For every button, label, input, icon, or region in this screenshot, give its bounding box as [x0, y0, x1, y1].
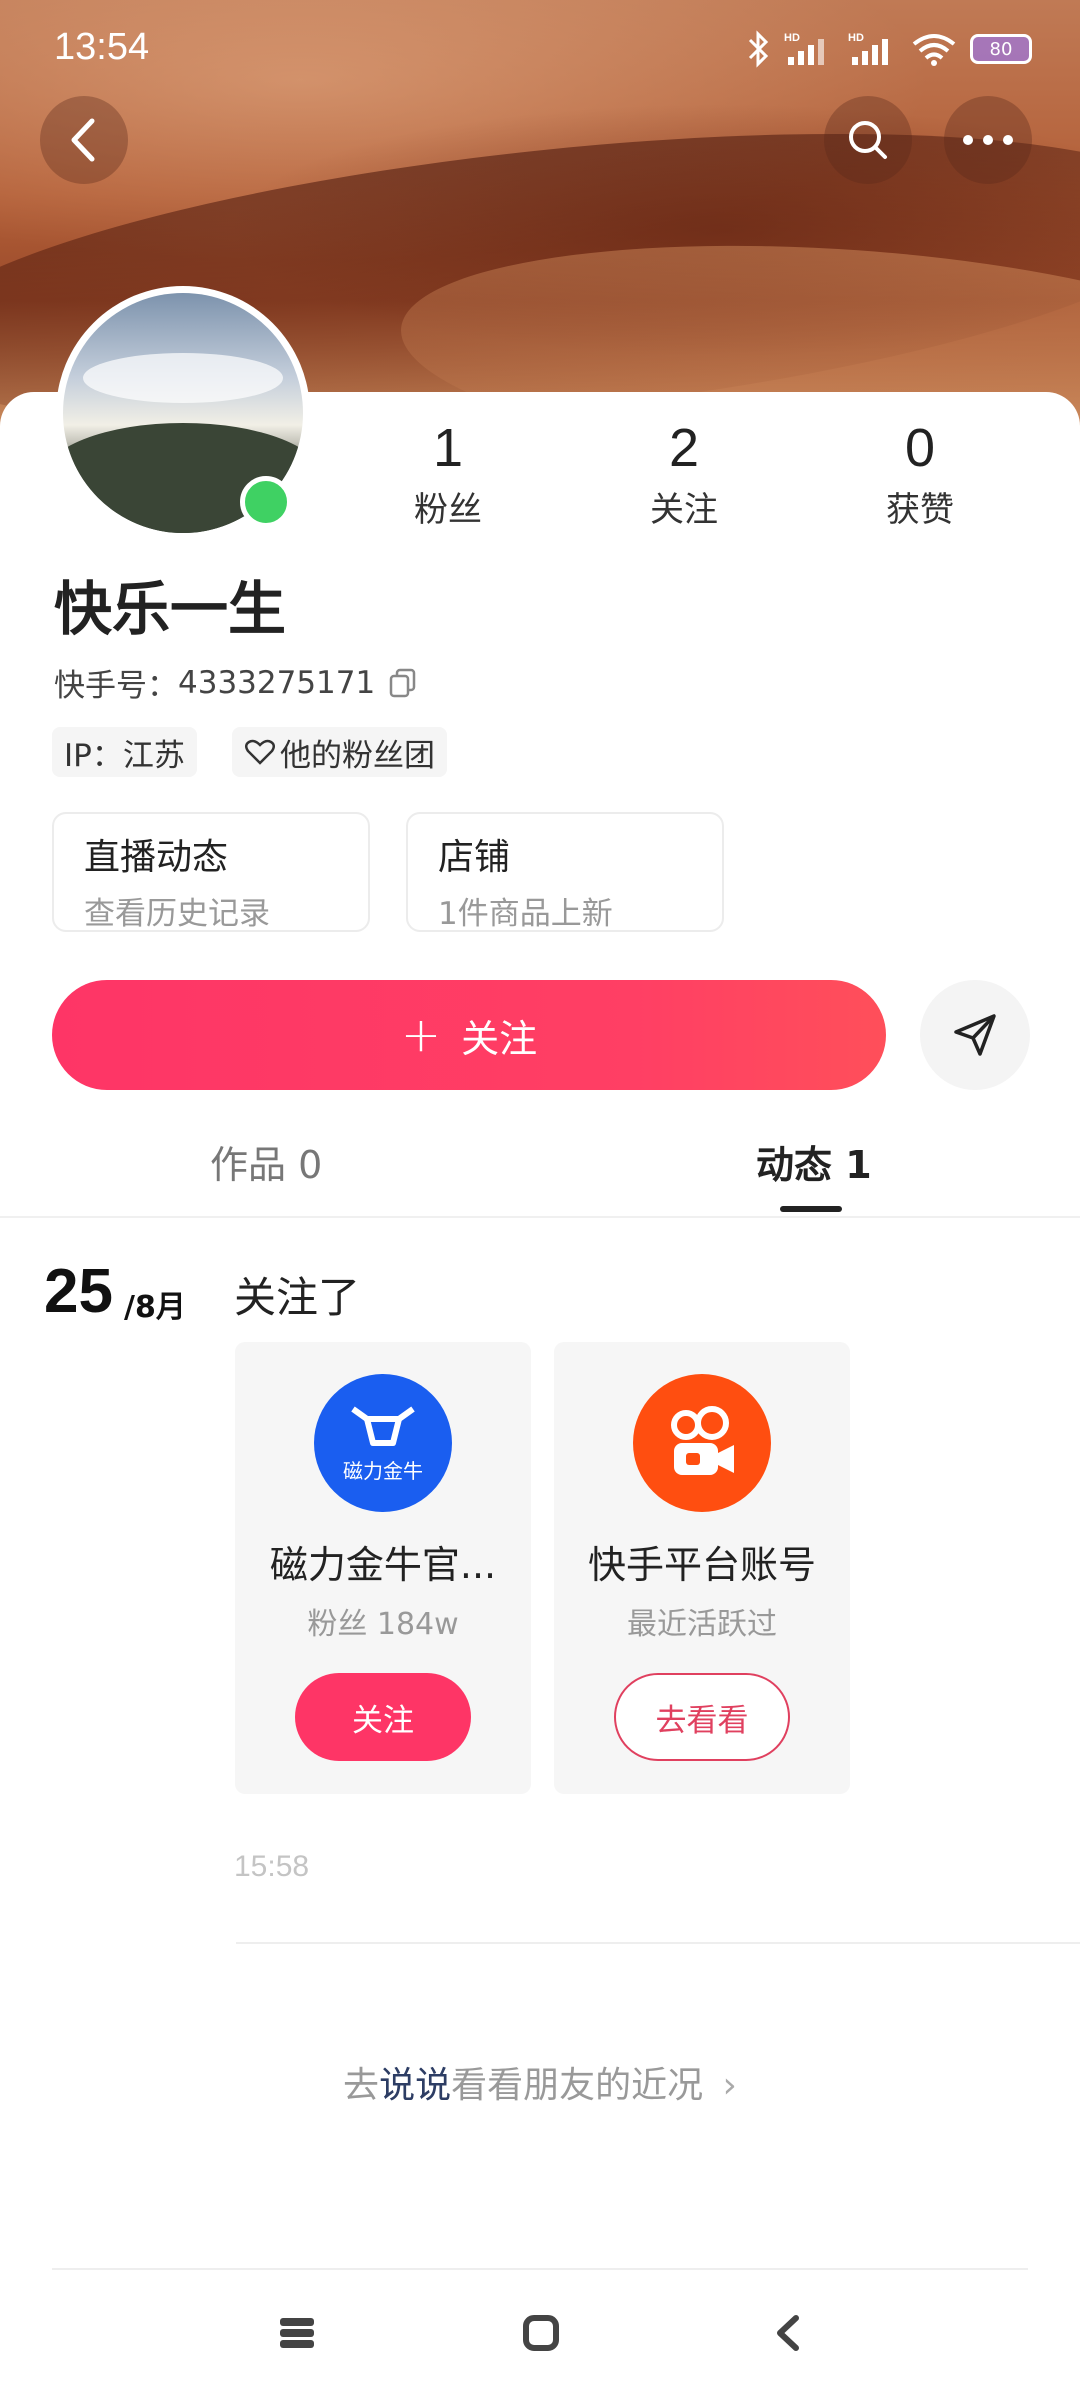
stat-label: 粉丝 [414, 490, 482, 530]
stat-label: 关注 [650, 490, 718, 530]
home-icon[interactable] [522, 2314, 560, 2352]
send-icon [954, 1014, 996, 1056]
signal-icon: HD [848, 32, 888, 65]
stat-label: 获赞 [886, 490, 954, 530]
info-box-title: 店铺 [438, 837, 511, 878]
divider [236, 1942, 1080, 1944]
stat-likes[interactable]: 0 获赞 [840, 418, 1000, 531]
follow-account-button[interactable]: 关注 [295, 1673, 471, 1761]
stat-followers[interactable]: 1 粉丝 [368, 418, 528, 531]
avatar-text: 磁力金牛 [343, 1458, 423, 1483]
cili-jinniu-avatar: 磁力金牛 [314, 1374, 452, 1512]
divider [52, 2268, 1028, 2270]
feed-date-month: /8月 [124, 1290, 186, 1325]
stat-value: 1 [432, 418, 464, 478]
status-bar: 13:54 HD HD 80 [0, 0, 1080, 100]
feed-title: 关注了 [234, 1273, 361, 1322]
kuaishou-logo-icon [671, 1406, 734, 1475]
wifi-icon [912, 34, 956, 66]
say-link-suffix: 看看朋友的近况 [451, 2065, 704, 2106]
back-nav-icon[interactable] [770, 2314, 808, 2352]
search-icon [849, 121, 887, 159]
system-navigation-bar [0, 2290, 1080, 2400]
view-account-button[interactable]: 去看看 [614, 1673, 790, 1761]
ip-location-tag: IP：江苏 [52, 727, 197, 777]
follow-button[interactable]: + 关注 [52, 980, 886, 1090]
svg-text:HD: HD [848, 32, 864, 44]
live-history-box[interactable]: 直播动态 查看历史记录 [52, 812, 370, 932]
plus-icon: + [400, 1007, 442, 1063]
followed-account-card[interactable]: 快手平台账号 最近活跃过 去看看 [554, 1342, 850, 1794]
divider [0, 1216, 1080, 1218]
feed-timestamp: 15:58 [234, 1850, 310, 1883]
status-time: 13:54 [54, 26, 150, 68]
recent-apps-icon[interactable] [278, 2314, 316, 2352]
follow-button-label: 关注 [461, 1016, 538, 1061]
chevron-right-icon: › [722, 2065, 737, 2106]
back-arrow-icon [71, 118, 95, 162]
info-box-subtitle: 1件商品上新 [438, 896, 613, 932]
more-icon [963, 135, 1013, 145]
kuaishou-avatar [633, 1374, 771, 1512]
status-icons: HD HD 80 [746, 30, 1032, 68]
online-status-dot [240, 476, 292, 528]
followed-account-card[interactable]: 磁力金牛 磁力金牛官... 粉丝 184w 关注 [235, 1342, 531, 1794]
stat-following[interactable]: 2 关注 [604, 418, 764, 531]
tab-posts[interactable]: 动态 1 [756, 1134, 872, 1189]
active-tab-indicator [780, 1206, 842, 1212]
stat-value: 2 [668, 418, 700, 478]
more-button[interactable] [944, 96, 1032, 184]
fan-club-label: 他的粉丝团 [280, 737, 435, 774]
back-button[interactable] [40, 96, 128, 184]
signal-icon: HD [784, 32, 824, 65]
bluetooth-icon [748, 30, 769, 68]
search-button[interactable] [824, 96, 912, 184]
shop-box[interactable]: 店铺 1件商品上新 [406, 812, 724, 932]
heart-icon [245, 739, 275, 765]
feed-date-day: 25 [44, 1257, 113, 1326]
svg-text:HD: HD [784, 32, 800, 44]
profile-name: 快乐一生 [54, 575, 287, 643]
battery-icon: 80 [970, 34, 1032, 64]
followed-account-fans: 粉丝 184w [307, 1607, 459, 1642]
info-box-title: 直播动态 [84, 837, 229, 878]
send-message-button[interactable] [920, 980, 1030, 1090]
say-link-prefix: 去 [343, 2065, 380, 2106]
tab-works[interactable]: 作品 0 [210, 1134, 322, 1189]
followed-account-name: 磁力金牛官... [269, 1543, 497, 1587]
copy-icon[interactable] [389, 668, 417, 698]
account-label: 快手号： [54, 668, 178, 704]
info-box-subtitle: 查看历史记录 [84, 896, 270, 932]
stat-value: 0 [904, 418, 936, 478]
account-id-row: 快手号： 4333275171 [54, 660, 417, 705]
post-update-link[interactable]: 去说说看看朋友的近况 › [0, 2056, 1080, 2108]
account-id: 4333275171 [178, 664, 376, 701]
followed-account-status: 最近活跃过 [627, 1607, 777, 1642]
followed-account-name: 快手平台账号 [587, 1543, 816, 1587]
say-link-emphasis: 说说 [379, 2065, 452, 2106]
bull-logo-icon [351, 1406, 415, 1446]
fan-club-tag[interactable]: 他的粉丝团 [232, 727, 447, 777]
